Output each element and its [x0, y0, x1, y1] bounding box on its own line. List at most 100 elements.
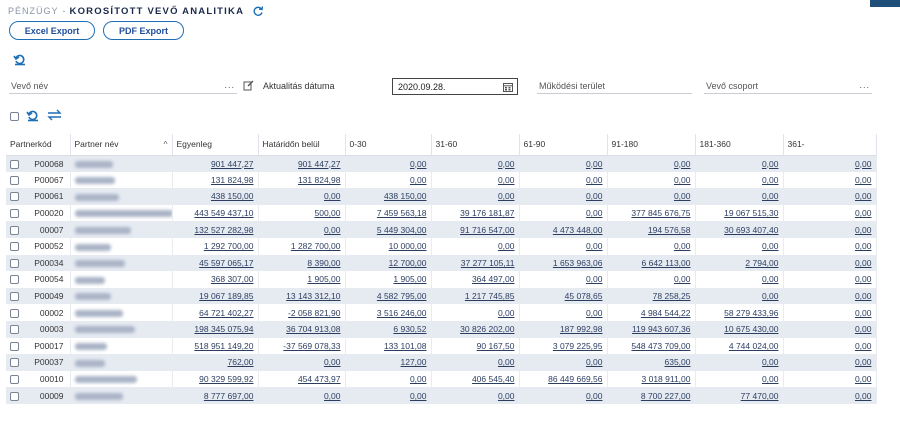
- table-row[interactable]: P00067 131 824,98 131 824,98 0,00 0,00 0,00 0,…: [6, 171, 877, 189]
- amount-link[interactable]: 19 067 189,85: [199, 291, 253, 301]
- amount-link[interactable]: 0,00: [498, 241, 515, 251]
- amount-link[interactable]: 0,00: [762, 291, 779, 301]
- amount-link[interactable]: 5 449 304,00: [377, 225, 427, 235]
- amount-link[interactable]: 0,00: [586, 175, 603, 185]
- amount-link[interactable]: 364 497,00: [472, 274, 515, 284]
- amount-link[interactable]: 0,00: [855, 357, 872, 367]
- row-checkbox[interactable]: [10, 159, 19, 169]
- amount-link[interactable]: 4 744 024,00: [729, 341, 779, 351]
- amount-link[interactable]: 127,00: [401, 357, 427, 367]
- select-all-checkbox[interactable]: [10, 112, 19, 121]
- amount-link[interactable]: 901 447,27: [298, 159, 341, 169]
- vevo-nev-field[interactable]: Vevő név ...: [9, 78, 237, 94]
- amount-link[interactable]: 0,00: [762, 191, 779, 201]
- amount-link[interactable]: 0,00: [324, 357, 341, 367]
- amount-link[interactable]: 0,00: [855, 274, 872, 284]
- vevo-csoport-lookup-button[interactable]: ...: [859, 80, 870, 90]
- amount-link[interactable]: 13 143 312,10: [286, 291, 340, 301]
- col-0-30[interactable]: 0-30: [345, 134, 432, 156]
- row-checkbox[interactable]: [10, 175, 19, 185]
- row-checkbox[interactable]: [10, 308, 19, 318]
- amount-link[interactable]: 0,00: [498, 175, 515, 185]
- amount-link[interactable]: 0,00: [586, 241, 603, 251]
- amount-link[interactable]: 7 459 563,18: [377, 208, 427, 218]
- amount-link[interactable]: 0,00: [410, 159, 427, 169]
- row-checkbox[interactable]: [10, 192, 19, 202]
- col-partnerkod[interactable]: Partnerkód: [6, 134, 71, 156]
- amount-link[interactable]: 0,00: [586, 391, 603, 401]
- table-row[interactable]: P00034 45 597 065,17 8 390,00 12 700,00 37 2…: [6, 254, 877, 272]
- amount-link[interactable]: 0,00: [762, 175, 779, 185]
- amount-link[interactable]: 0,00: [586, 357, 603, 367]
- amount-link[interactable]: 0,00: [762, 374, 779, 384]
- amount-link[interactable]: 1 292 700,00: [204, 241, 254, 251]
- amount-link[interactable]: 37 277 105,11: [461, 258, 515, 268]
- amount-link[interactable]: 406 545,40: [472, 374, 515, 384]
- amount-link[interactable]: 0,00: [855, 241, 872, 251]
- col-91-180[interactable]: 91-180: [607, 134, 696, 156]
- amount-link[interactable]: 91 716 547,00: [460, 225, 514, 235]
- amount-link[interactable]: 0,00: [762, 241, 779, 251]
- table-row[interactable]: 00003 198 345 075,94 36 704 913,08 6 930,52…: [6, 320, 877, 338]
- amount-link[interactable]: 0,00: [762, 274, 779, 284]
- table-row[interactable]: P00037 762,00 0,00 127,00 0,00 0,00 635,00 0,00…: [6, 354, 877, 371]
- amount-link[interactable]: 443 549 437,10: [194, 208, 253, 218]
- row-checkbox[interactable]: [10, 275, 19, 285]
- amount-link[interactable]: 0,00: [410, 391, 427, 401]
- amount-link[interactable]: 0,00: [498, 191, 515, 201]
- table-row[interactable]: P00049 19 067 189,85 13 143 312,10 4 582 79…: [6, 287, 877, 305]
- amount-link[interactable]: 4 473 448,00: [553, 225, 603, 235]
- table-row[interactable]: 00009 8 777 697,00 0,00 0,00 0,00 0,00 8 700 2…: [6, 387, 877, 404]
- amount-link[interactable]: 131 824,98: [298, 175, 341, 185]
- amount-link[interactable]: 454 473,97: [298, 374, 341, 384]
- amount-link[interactable]: 0,00: [410, 374, 427, 384]
- amount-link[interactable]: 45 078,65: [565, 291, 603, 301]
- refresh-icon[interactable]: [252, 5, 264, 17]
- amount-link[interactable]: 0,00: [324, 225, 341, 235]
- amount-link[interactable]: 90 329 599,92: [199, 374, 253, 384]
- amount-link[interactable]: 3 018 911,00: [642, 374, 691, 384]
- amount-link[interactable]: 132 527 282,98: [194, 225, 253, 235]
- col-31-60[interactable]: 31-60: [431, 134, 520, 156]
- amount-link[interactable]: 1 905,00: [393, 274, 426, 284]
- amount-link[interactable]: 0,00: [855, 159, 872, 169]
- amount-link[interactable]: 131 824,98: [211, 175, 254, 185]
- row-checkbox[interactable]: [10, 358, 19, 368]
- amount-link[interactable]: 4 984 544,22: [641, 308, 691, 318]
- amount-link[interactable]: 0,00: [324, 191, 341, 201]
- amount-link[interactable]: 12 700,00: [389, 258, 427, 268]
- amount-link[interactable]: 6 642 113,00: [642, 258, 691, 268]
- amount-link[interactable]: 0,00: [674, 191, 691, 201]
- amount-link[interactable]: 10 000,00: [389, 241, 427, 251]
- amount-link[interactable]: 0,00: [855, 191, 872, 201]
- undo-filter-icon[interactable]: [13, 52, 27, 66]
- amount-link[interactable]: 187 992,98: [560, 324, 603, 334]
- table-row[interactable]: P00061 438 150,00 0,00 438 150,00 0,00 0,00 0,…: [6, 188, 877, 205]
- amount-link[interactable]: 0,00: [498, 391, 515, 401]
- amount-link[interactable]: 1 217 745,85: [465, 291, 515, 301]
- amount-link[interactable]: 6 930,52: [393, 324, 426, 334]
- amount-link[interactable]: 119 943 607,36: [632, 324, 690, 334]
- amount-link[interactable]: 0,00: [762, 159, 779, 169]
- amount-link[interactable]: 0,00: [855, 175, 872, 185]
- amount-link[interactable]: 1 653 963,06: [553, 258, 603, 268]
- sort-asc-icon[interactable]: ^: [164, 139, 168, 149]
- mukodesi-terulet-field[interactable]: Működési terület: [537, 78, 692, 94]
- amount-link[interactable]: 39 176 181,87: [460, 208, 514, 218]
- amount-link[interactable]: 0,00: [586, 274, 603, 284]
- amount-link[interactable]: 90 167,50: [477, 341, 515, 351]
- amount-link[interactable]: 8 700 227,00: [641, 391, 691, 401]
- amount-link[interactable]: 0,00: [498, 357, 515, 367]
- amount-link[interactable]: 198 345 075,94: [194, 324, 253, 334]
- amount-link[interactable]: 30 826 202,00: [460, 324, 514, 334]
- breadcrumb[interactable]: PÉNZÜGY: [8, 6, 59, 16]
- amount-link[interactable]: 8 390,00: [307, 258, 340, 268]
- amount-link[interactable]: 19 067 515,30: [724, 208, 778, 218]
- amount-link[interactable]: 2 794,00: [745, 258, 778, 268]
- amount-link[interactable]: 0,00: [586, 208, 603, 218]
- table-row[interactable]: 00010 90 329 599,92 454 473,97 0,00 406 545,…: [6, 370, 877, 388]
- amount-link[interactable]: 45 597 065,17: [199, 258, 253, 268]
- amount-link[interactable]: 0,00: [855, 391, 872, 401]
- amount-link[interactable]: 3 079 225,95: [553, 341, 603, 351]
- amount-link[interactable]: 1 905,00: [307, 274, 340, 284]
